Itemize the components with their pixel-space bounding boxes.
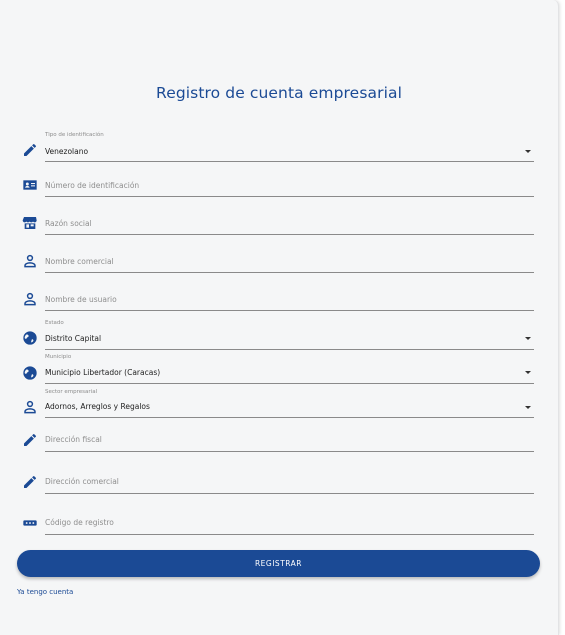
person-icon [22,291,38,307]
chevron-down-icon [525,406,531,409]
field-underline [45,161,534,162]
field-underline [45,272,534,273]
trade-name-placeholder: Nombre comercial [45,257,114,266]
globe-icon [22,330,38,346]
state-label: Estado [45,320,64,326]
pencil-icon [22,474,38,490]
commercial-address-field[interactable]: Dirección comercial [17,469,534,494]
person-icon [22,253,38,269]
password-icon [22,515,38,531]
id-type-value: Venezolano [45,147,89,156]
fiscal-address-placeholder: Dirección fiscal [45,435,102,444]
registration-code-placeholder: Código de registro [45,518,114,527]
person-icon [22,399,38,415]
registration-card: Registro de cuenta empresarial Tipo de i… [0,0,559,635]
id-type-label: Tipo de identificación [45,132,104,138]
field-underline [45,417,534,418]
business-sector-select[interactable]: Sector empresarial Adornos, Arreglos y R… [17,386,534,420]
chevron-down-icon [525,337,531,340]
municipality-select[interactable]: Municipio Municipio Libertador (Caracas) [17,351,534,385]
state-select[interactable]: Estado Distrito Capital [17,316,534,350]
municipality-label: Municipio [45,354,72,360]
field-underline [45,349,534,350]
chevron-down-icon [525,150,531,153]
field-underline [45,534,534,535]
username-placeholder: Nombre de usuario [45,295,117,304]
field-underline [45,383,534,384]
state-value: Distrito Capital [45,334,102,343]
id-card-icon [22,177,38,193]
globe-icon [22,365,38,381]
pencil-icon [22,432,38,448]
registration-code-field[interactable]: Código de registro [17,510,534,535]
commercial-address-placeholder: Dirección comercial [45,477,119,486]
login-link[interactable]: Ya tengo cuenta [17,588,73,596]
id-type-select[interactable]: Tipo de identificación Venezolano [17,128,534,162]
field-underline [45,493,534,494]
fiscal-address-field[interactable]: Dirección fiscal [17,427,534,452]
storefront-icon [22,215,38,231]
field-underline [45,310,534,311]
register-button[interactable]: REGISTRAR [17,550,540,577]
business-name-placeholder: Razón social [45,219,92,228]
pencil-icon [22,142,38,158]
username-field[interactable]: Nombre de usuario [17,286,534,311]
field-underline [45,451,534,452]
page-title: Registro de cuenta empresarial [156,84,402,102]
field-underline [45,196,534,197]
id-number-field[interactable]: Número de identificación [17,172,534,197]
trade-name-field[interactable]: Nombre comercial [17,248,534,273]
municipality-value: Municipio Libertador (Caracas) [45,368,161,377]
id-number-placeholder: Número de identificación [45,181,140,190]
business-name-field[interactable]: Razón social [17,210,534,235]
business-sector-label: Sector empresarial [45,389,98,395]
chevron-down-icon [525,371,531,374]
business-sector-value: Adornos, Arreglos y Regalos [45,402,150,411]
field-underline [45,234,534,235]
